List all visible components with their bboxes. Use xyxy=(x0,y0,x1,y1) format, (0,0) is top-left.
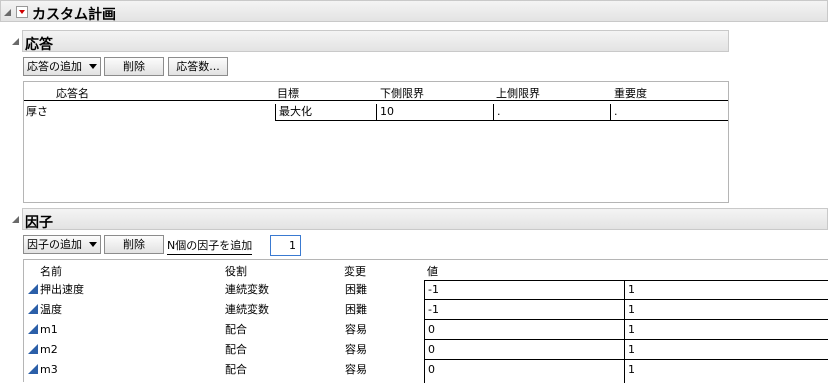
factors-outline-header: 因子 xyxy=(22,208,828,231)
values-grid xyxy=(424,280,828,383)
factor-role-cell[interactable]: 連続変数 xyxy=(225,302,269,318)
responses-title: 応答 xyxy=(25,37,53,53)
col-importance: 重要度 xyxy=(614,87,647,100)
response-name-cell[interactable]: 厚さ xyxy=(26,104,266,120)
row-divider xyxy=(424,339,828,340)
responses-disclosure-icon[interactable] xyxy=(12,38,19,45)
delete-factor-button[interactable]: 削除 xyxy=(104,235,164,254)
col-role: 役割 xyxy=(225,265,247,278)
factors-table: 名前 役割 変更 値 押出速度 連続変数 困難 -1 1 温度 連続変数 困難 … xyxy=(23,259,828,383)
main-disclosure-icon[interactable] xyxy=(4,9,11,16)
add-factor-label: 因子の追加 xyxy=(27,238,82,251)
response-upper-cell[interactable]: . xyxy=(493,104,611,121)
factor-high-cell[interactable]: 1 xyxy=(628,322,635,338)
chevron-down-icon xyxy=(89,242,97,247)
responses-outline-header: 応答 xyxy=(22,30,729,53)
col-goal: 目標 xyxy=(277,87,299,100)
add-n-factors-label: N個の因子を追加 xyxy=(167,237,253,255)
n-factors-input[interactable]: 1 xyxy=(270,235,301,256)
response-importance-cell[interactable]: . xyxy=(610,104,728,121)
factor-high-cell[interactable]: 1 xyxy=(628,362,635,378)
col-response-name: 応答名 xyxy=(56,87,89,100)
factor-low-cell[interactable]: -1 xyxy=(428,282,439,298)
col-factor-name: 名前 xyxy=(40,265,62,278)
col-values: 値 xyxy=(427,265,438,278)
responses-table: 応答名 目標 下側限界 上側限界 重要度 厚さ 最大化 10 . . xyxy=(23,81,729,203)
response-goal-cell[interactable]: 最大化 xyxy=(275,104,377,121)
continuous-factor-icon xyxy=(28,304,38,314)
row-divider xyxy=(424,319,828,320)
factor-name-cell[interactable]: 温度 xyxy=(40,302,62,318)
factor-low-cell[interactable]: 0 xyxy=(428,362,435,378)
factors-title: 因子 xyxy=(25,215,53,231)
factor-role-cell[interactable]: 配合 xyxy=(225,342,247,358)
factor-name-cell[interactable]: m1 xyxy=(40,322,58,338)
mixture-factor-icon xyxy=(28,344,38,354)
red-triangle-menu-icon[interactable] xyxy=(16,6,28,18)
mixture-factor-icon xyxy=(28,364,38,374)
mixture-factor-icon xyxy=(28,324,38,334)
add-response-button[interactable]: 応答の追加 xyxy=(23,57,101,76)
chevron-down-icon xyxy=(89,64,97,69)
factor-change-cell[interactable]: 容易 xyxy=(345,362,367,378)
factor-high-cell[interactable]: 1 xyxy=(628,282,635,298)
factor-role-cell[interactable]: 連続変数 xyxy=(225,282,269,298)
delete-response-button[interactable]: 削除 xyxy=(104,57,164,76)
factor-name-cell[interactable]: m3 xyxy=(40,362,58,378)
row-divider xyxy=(424,359,828,360)
factor-change-cell[interactable]: 困難 xyxy=(345,282,367,298)
col-lower-limit: 下側限界 xyxy=(380,87,424,100)
factor-name-cell[interactable]: 押出速度 xyxy=(40,282,84,298)
responses-header-divider xyxy=(24,100,728,101)
factor-low-cell[interactable]: -1 xyxy=(428,302,439,318)
add-response-label: 応答の追加 xyxy=(27,60,82,73)
continuous-factor-icon xyxy=(28,284,38,294)
col-change: 変更 xyxy=(344,265,366,278)
factor-change-cell[interactable]: 容易 xyxy=(345,322,367,338)
factor-change-cell[interactable]: 困難 xyxy=(345,302,367,318)
factor-low-cell[interactable]: 0 xyxy=(428,342,435,358)
factors-disclosure-icon[interactable] xyxy=(12,216,19,223)
factor-role-cell[interactable]: 配合 xyxy=(225,362,247,378)
factor-name-cell[interactable]: m2 xyxy=(40,342,58,358)
factor-low-cell[interactable]: 0 xyxy=(428,322,435,338)
main-title: カスタム計画 xyxy=(32,7,116,23)
factor-role-cell[interactable]: 配合 xyxy=(225,322,247,338)
factor-high-cell[interactable]: 1 xyxy=(628,342,635,358)
factor-change-cell[interactable]: 容易 xyxy=(345,342,367,358)
factor-high-cell[interactable]: 1 xyxy=(628,302,635,318)
response-count-button[interactable]: 応答数... xyxy=(168,57,228,76)
response-lower-cell[interactable]: 10 xyxy=(376,104,494,121)
add-factor-button[interactable]: 因子の追加 xyxy=(23,235,101,254)
row-divider xyxy=(424,299,828,300)
col-upper-limit: 上側限界 xyxy=(496,87,540,100)
values-grid-divider xyxy=(624,280,625,383)
main-outline-header: カスタム計画 xyxy=(0,0,828,23)
